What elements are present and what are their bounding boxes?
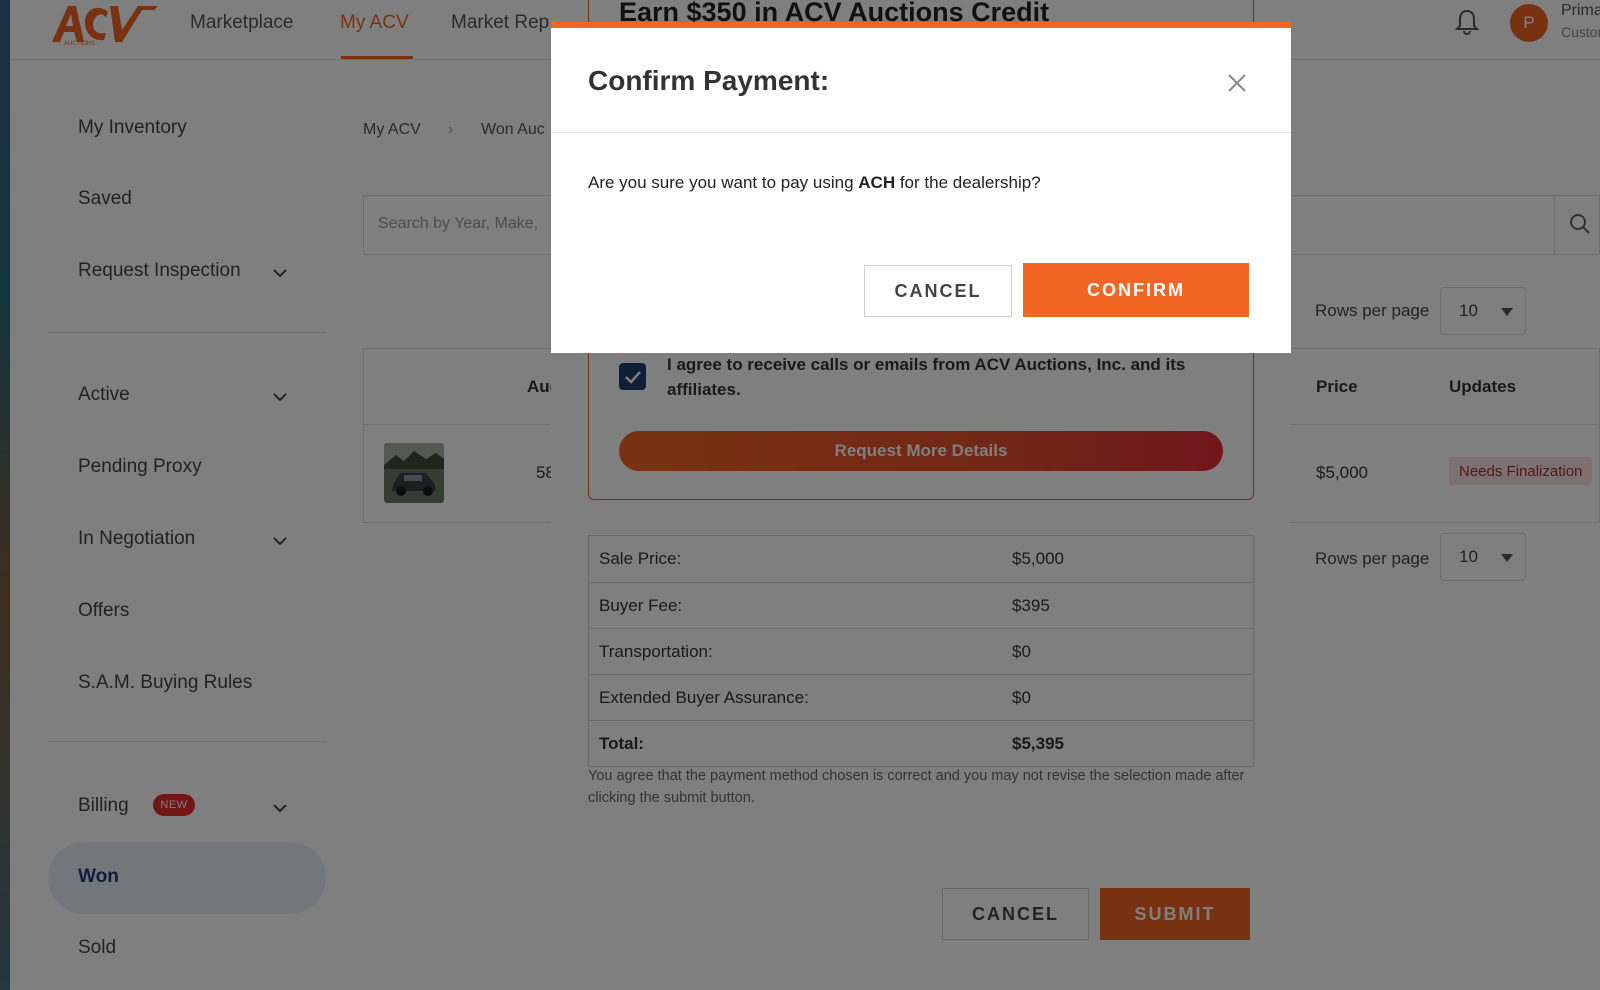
dialog-cancel-button[interactable]: CANCEL <box>864 265 1012 317</box>
payment-method: ACH <box>858 173 896 192</box>
close-icon[interactable] <box>1226 72 1248 94</box>
confirm-payment-dialog: Confirm Payment: Are you sure you want t… <box>551 22 1291 353</box>
dialog-title: Confirm Payment: <box>588 65 830 96</box>
dialog-message: Are you sure you want to pay using ACH f… <box>588 173 1041 193</box>
confirm-button[interactable]: CONFIRM <box>1023 263 1249 317</box>
message-text: for the dealership? <box>895 173 1041 192</box>
message-text: Are you sure you want to pay using <box>588 173 859 192</box>
dialog-header: Confirm Payment: <box>551 28 1291 133</box>
